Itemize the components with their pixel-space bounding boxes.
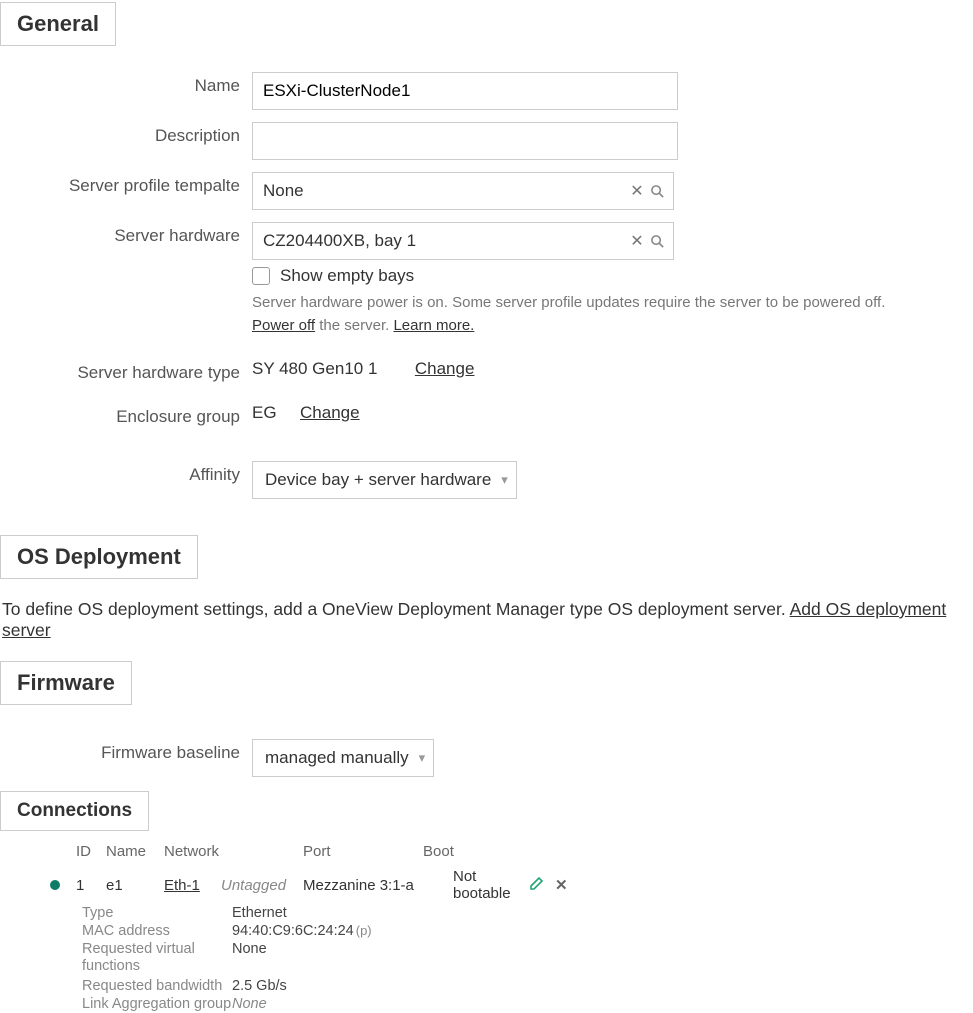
chevron-down-icon: ▾ bbox=[419, 750, 426, 766]
detail-bw-value: 2.5 Gb/s bbox=[232, 978, 287, 994]
show-empty-bays-label: Show empty bays bbox=[280, 266, 414, 286]
conn-name: e1 bbox=[106, 877, 164, 894]
eg-change-link[interactable]: Change bbox=[300, 403, 360, 422]
section-connections-header: Connections bbox=[0, 791, 149, 831]
edit-icon[interactable] bbox=[529, 875, 545, 895]
status-dot-icon bbox=[50, 880, 60, 890]
connection-row[interactable]: 1 e1 Eth-1 Untagged Mezzanine 3:1-a Not … bbox=[0, 866, 973, 904]
section-general-header: General bbox=[0, 2, 116, 46]
conn-port: Mezzanine 3:1-a bbox=[303, 877, 453, 894]
section-firmware-header: Firmware bbox=[0, 661, 132, 705]
conn-network-link[interactable]: Eth-1 bbox=[164, 877, 200, 894]
hardware-hint: Server hardware power is on. Some server… bbox=[252, 292, 922, 337]
fw-baseline-label: Firmware baseline bbox=[0, 735, 252, 763]
affinity-value: Device bay + server hardware bbox=[265, 470, 491, 490]
show-empty-bays-checkbox[interactable] bbox=[252, 267, 270, 285]
name-label: Name bbox=[0, 68, 252, 96]
hardware-label: Server hardware bbox=[0, 218, 252, 246]
hardware-value: CZ204400XB, bay 1 bbox=[263, 231, 627, 251]
delete-icon[interactable]: ✕ bbox=[555, 876, 568, 894]
col-id: ID bbox=[76, 843, 106, 860]
col-name: Name bbox=[106, 843, 164, 860]
detail-vf-label: Requested virtual functions bbox=[82, 941, 232, 976]
chevron-down-icon: ▾ bbox=[501, 472, 508, 488]
fw-baseline-select[interactable]: managed manually ▾ bbox=[252, 739, 434, 777]
conn-id: 1 bbox=[76, 877, 106, 894]
hardware-combo[interactable]: CZ204400XB, bay 1 ✕ bbox=[252, 222, 674, 260]
eg-value: EG bbox=[252, 403, 277, 422]
conn-tag: Untagged bbox=[221, 877, 303, 894]
hwtype-label: Server hardware type bbox=[0, 355, 252, 383]
connections-table-header: ID Name Network Port Boot bbox=[0, 841, 973, 866]
detail-mac-value: 94:40:C9:6C:24:24 bbox=[232, 923, 354, 939]
conn-boot: Not bootable bbox=[453, 868, 523, 902]
col-port: Port bbox=[303, 843, 423, 860]
detail-lag-label: Link Aggregation group bbox=[82, 996, 232, 1012]
description-input[interactable] bbox=[252, 122, 678, 160]
learn-more-link[interactable]: Learn more. bbox=[393, 317, 474, 334]
detail-vf-value: None bbox=[232, 941, 267, 976]
detail-lag-value: None bbox=[232, 996, 267, 1012]
description-label: Description bbox=[0, 118, 252, 146]
affinity-select[interactable]: Device bay + server hardware ▾ bbox=[252, 461, 517, 499]
detail-mac-label: MAC address bbox=[82, 923, 232, 939]
affinity-label: Affinity bbox=[0, 457, 252, 485]
name-input[interactable] bbox=[252, 72, 678, 110]
search-icon[interactable] bbox=[647, 231, 667, 251]
eg-label: Enclosure group bbox=[0, 399, 252, 427]
template-combo[interactable]: None ✕ bbox=[252, 172, 674, 210]
section-os-header: OS Deployment bbox=[0, 535, 198, 579]
detail-type-label: Type bbox=[82, 905, 232, 921]
clear-icon[interactable]: ✕ bbox=[627, 181, 647, 201]
power-off-link[interactable]: Power off bbox=[252, 317, 315, 334]
hwtype-change-link[interactable]: Change bbox=[415, 359, 475, 378]
fw-baseline-value: managed manually bbox=[265, 748, 409, 768]
clear-icon[interactable]: ✕ bbox=[627, 231, 647, 251]
hwtype-value: SY 480 Gen10 1 bbox=[252, 359, 377, 378]
col-boot: Boot bbox=[423, 843, 454, 860]
col-network: Network bbox=[164, 843, 303, 860]
detail-bw-label: Requested bandwidth bbox=[82, 978, 232, 994]
search-icon[interactable] bbox=[647, 181, 667, 201]
detail-type-value: Ethernet bbox=[232, 905, 287, 921]
template-value: None bbox=[263, 181, 627, 201]
template-label: Server profile tempalte bbox=[0, 168, 252, 196]
os-deployment-text: To define OS deployment settings, add a … bbox=[2, 599, 973, 641]
